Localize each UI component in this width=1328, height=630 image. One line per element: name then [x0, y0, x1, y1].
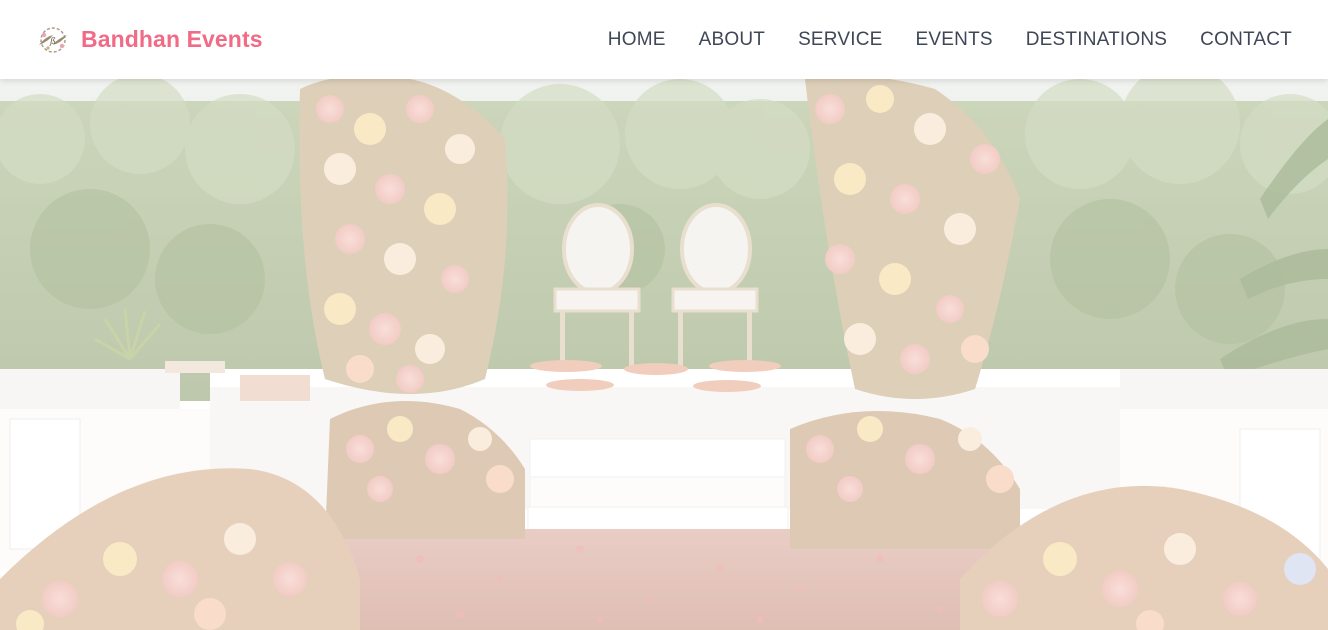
nav-contact-link[interactable]: CONTACT: [1200, 29, 1292, 51]
nav-about-link[interactable]: ABOUT: [699, 29, 765, 51]
svg-text:ß: ß: [49, 37, 56, 47]
nav-home-link[interactable]: HOME: [608, 29, 666, 51]
brand[interactable]: ß Bandhan Events: [33, 23, 263, 57]
hero-banner: [0, 79, 1328, 630]
brand-name: Bandhan Events: [81, 26, 263, 52]
wedding-mandap-floral-stage-image: [0, 79, 1328, 630]
wreath-logo-icon: ß: [39, 26, 67, 53]
nav-destinations-link[interactable]: DESTINATIONS: [1026, 29, 1167, 51]
nav-service-link[interactable]: SERVICE: [798, 29, 882, 51]
main-nav: HOME ABOUT SERVICE EVENTS DESTINATIONS C…: [575, 29, 1292, 51]
nav-events-link[interactable]: EVENTS: [916, 29, 993, 51]
top-navbar: ß Bandhan Events HOME ABOUT SERVICE EVEN…: [0, 0, 1328, 79]
